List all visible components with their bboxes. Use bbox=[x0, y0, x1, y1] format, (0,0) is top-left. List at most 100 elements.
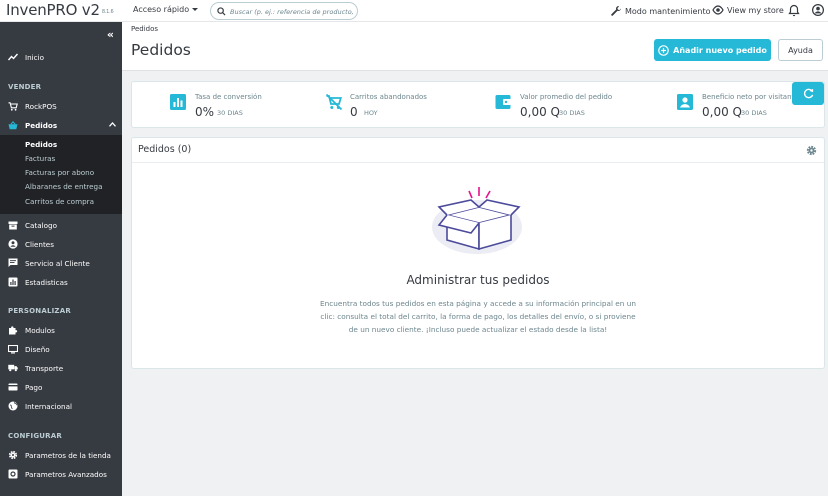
caret-down-icon bbox=[192, 8, 199, 11]
desktop-icon bbox=[8, 344, 18, 354]
sidebar-item-internacional[interactable]: Internacional bbox=[0, 397, 122, 415]
help-button[interactable]: Ayuda bbox=[778, 39, 823, 61]
refresh-kpi-button[interactable] bbox=[792, 82, 824, 105]
bar-chart-icon bbox=[170, 94, 186, 110]
sidebar-item-pedidos[interactable]: Pedidos bbox=[0, 116, 122, 134]
submenu-item-albaranes[interactable]: Albaranes de entrega bbox=[25, 182, 103, 191]
kpi-title: Tasa de conversión bbox=[195, 93, 262, 101]
orders-count-title: Pedidos (0) bbox=[138, 144, 192, 155]
sidebar-item-catalogo[interactable]: Catalogo bbox=[0, 216, 122, 234]
sidebar-item-clientes[interactable]: Clientes bbox=[0, 235, 122, 253]
view-store-link[interactable]: View my store bbox=[712, 5, 784, 15]
eye-icon bbox=[712, 5, 724, 15]
sidebar-item-modulos[interactable]: Modulos bbox=[0, 321, 122, 339]
bell-icon[interactable] bbox=[788, 4, 800, 17]
catalog-icon bbox=[8, 220, 18, 230]
quick-access-label: Acceso rápido bbox=[133, 5, 190, 14]
sidebar-item-servicio[interactable]: Servicio al Cliente bbox=[0, 254, 122, 272]
settings-applications-icon bbox=[8, 469, 18, 479]
bar-chart-icon bbox=[8, 277, 18, 287]
page-header: Pedidos Pedidos Añadir nuevo pedido Ayud… bbox=[122, 22, 828, 71]
sidebar-label: Estadisticas bbox=[25, 277, 68, 287]
sidebar-item-parametros-avanzados[interactable]: Parametros Avanzados bbox=[0, 465, 122, 483]
add-order-label: Añadir nuevo pedido bbox=[673, 45, 767, 55]
settings-icon bbox=[8, 450, 18, 460]
pedidos-submenu: Pedidos Facturas Facturas por abono Alba… bbox=[0, 135, 122, 214]
kpi-period: 30 DIAS bbox=[559, 109, 585, 117]
submenu-item-pedidos[interactable]: Pedidos bbox=[25, 140, 57, 149]
sidebar-item-pago[interactable]: Pago bbox=[0, 378, 122, 396]
empty-state-description: Encuentra todos tus pedidos en esta pági… bbox=[320, 299, 636, 334]
chevron-up-icon bbox=[109, 122, 116, 127]
chat-icon bbox=[8, 258, 18, 268]
gear-icon[interactable] bbox=[806, 145, 817, 156]
kpi-title: Beneficio neto por visitante bbox=[702, 93, 799, 101]
breadcrumb[interactable]: Pedidos bbox=[131, 25, 158, 33]
sidebar-item-diseno[interactable]: Diseño bbox=[0, 340, 122, 358]
view-store-label: View my store bbox=[727, 5, 784, 15]
kpi-title: Valor promedio del pedido bbox=[520, 93, 613, 101]
kpi-period: 30 DIAS bbox=[741, 109, 767, 117]
globe-icon bbox=[8, 401, 18, 411]
sidebar-label: Modulos bbox=[25, 325, 55, 335]
search-box[interactable] bbox=[210, 2, 358, 20]
sidebar-label: Inicio bbox=[25, 52, 45, 62]
sidebar-label: Diseño bbox=[25, 344, 50, 354]
maintenance-mode-link[interactable]: Modo mantenimiento bbox=[610, 5, 710, 17]
kpi-value: 0 bbox=[350, 105, 358, 119]
sidebar-item-rockpos[interactable]: RockPOS bbox=[0, 97, 122, 115]
submenu-item-facturas[interactable]: Facturas bbox=[25, 154, 55, 163]
maintenance-label: Modo mantenimiento bbox=[625, 6, 711, 16]
sidebar-label: RockPOS bbox=[25, 101, 57, 111]
wallet-icon bbox=[495, 95, 511, 109]
kpi-period: HOY bbox=[364, 109, 378, 117]
search-input[interactable] bbox=[230, 6, 354, 17]
sidebar-item-inicio[interactable]: Inicio bbox=[0, 48, 122, 66]
kpi-period: 30 DIAS bbox=[217, 109, 243, 117]
kpi-row: Tasa de conversión 0% 30 DIAS Carritos a… bbox=[131, 81, 825, 128]
kpi-value: 0,00 Q bbox=[702, 105, 742, 119]
puzzle-icon bbox=[8, 325, 18, 335]
submenu-item-facturas-abono[interactable]: Facturas por abono bbox=[25, 168, 94, 177]
kpi-value: 0,00 Q bbox=[520, 105, 560, 119]
add-circle-icon bbox=[658, 44, 669, 56]
section-configurar: CONFIGURAR bbox=[8, 432, 62, 440]
search-icon bbox=[217, 7, 226, 16]
add-new-order-button[interactable]: Añadir nuevo pedido bbox=[654, 39, 771, 61]
account-circle-icon bbox=[8, 239, 18, 249]
wrench-icon bbox=[611, 6, 621, 16]
sidebar-label: Servicio al Cliente bbox=[25, 258, 90, 268]
version-label: 8.1.6 bbox=[101, 9, 114, 15]
page-title: Pedidos bbox=[131, 41, 191, 59]
sidebar-label: Parametros de la tienda bbox=[25, 450, 111, 460]
user-account-icon[interactable] bbox=[812, 4, 824, 16]
app-logo[interactable]: InvenPRO v2 8.1.6 bbox=[6, 1, 114, 19]
section-personalizar: PERSONALIZAR bbox=[8, 307, 71, 315]
empty-state-title: Administrar tus pedidos bbox=[406, 273, 550, 287]
trending-up-icon bbox=[8, 52, 18, 62]
sidebar-item-estadisticas[interactable]: Estadisticas bbox=[0, 273, 122, 291]
quick-access-dropdown[interactable]: Acceso rápido bbox=[133, 5, 199, 14]
sidebar-label: Clientes bbox=[25, 239, 54, 249]
truck-icon bbox=[8, 363, 18, 373]
sidebar-item-parametros-tienda[interactable]: Parametros de la tienda bbox=[0, 446, 122, 464]
orders-panel-header: Pedidos (0) bbox=[132, 138, 824, 163]
sidebar-label: Transporte bbox=[25, 363, 64, 373]
top-header: InvenPRO v28.1.6 Acceso rápido Modo mant… bbox=[0, 0, 828, 22]
kpi-value: 0% bbox=[195, 105, 215, 119]
submenu-item-carritos[interactable]: Carritos de compra bbox=[25, 197, 94, 206]
sidebar-label: Internacional bbox=[25, 401, 73, 411]
open-box-illustration bbox=[432, 187, 522, 254]
refresh-icon bbox=[803, 88, 813, 99]
orders-panel: Pedidos (0) Administrar tus pedidos Encu… bbox=[131, 137, 825, 369]
collapse-sidebar-icon[interactable]: « bbox=[107, 28, 114, 41]
sidebar-label: Parametros Avanzados bbox=[25, 469, 107, 479]
sidebar-label: Pedidos bbox=[25, 120, 58, 130]
credit-card-icon bbox=[8, 382, 18, 392]
kpi-title: Carritos abandonados bbox=[350, 93, 427, 101]
sidebar-label: Catalogo bbox=[25, 220, 57, 230]
remove-shopping-cart-icon bbox=[325, 93, 343, 111]
sidebar-item-transporte[interactable]: Transporte bbox=[0, 359, 122, 377]
section-vender: VENDER bbox=[8, 83, 42, 91]
logo-text: InvenPRO v2 bbox=[6, 1, 100, 19]
